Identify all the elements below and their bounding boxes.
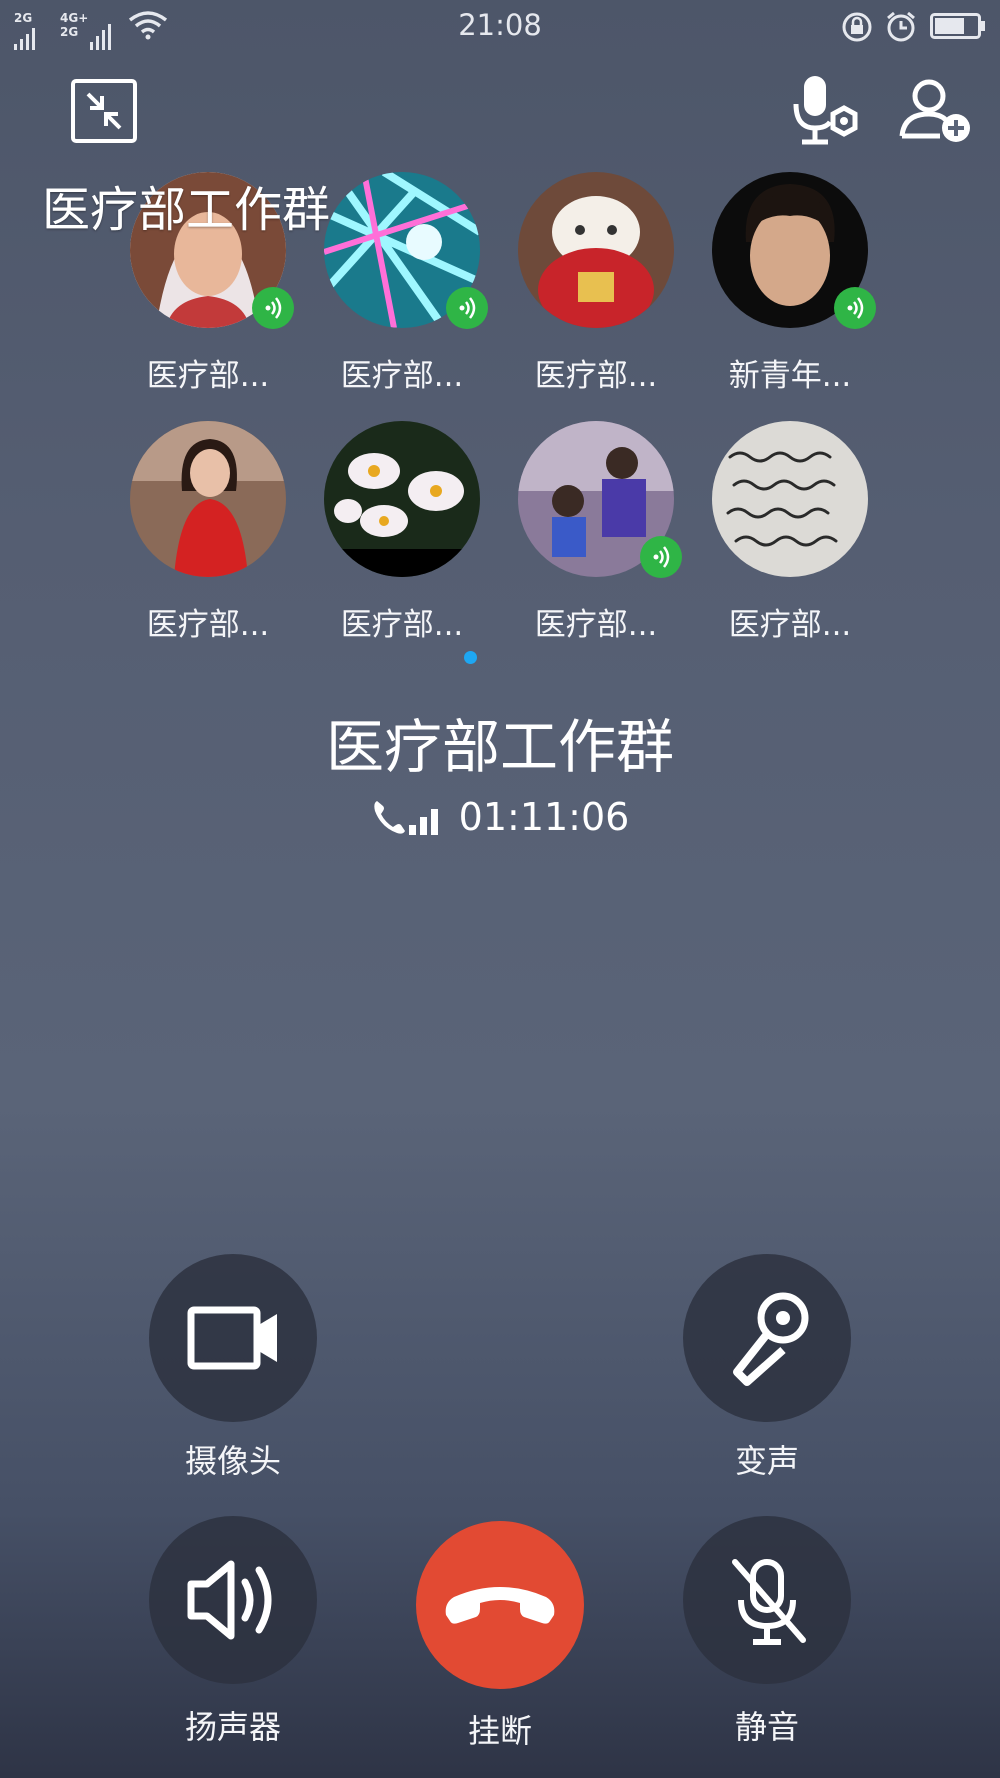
member-name: 医疗部... — [340, 358, 464, 394]
member-name: 医疗部... — [146, 358, 270, 394]
speaker-button[interactable] — [149, 1516, 317, 1684]
mute-label: 静音 — [734, 1708, 799, 1746]
member-name: 医疗部... — [534, 607, 658, 643]
voice-changer-label: 变声 — [734, 1442, 799, 1480]
call-signal-icon — [373, 801, 438, 835]
mic-settings-icon — [793, 76, 858, 145]
collapse-button[interactable] — [70, 78, 138, 144]
mute-microphone-icon — [732, 1559, 806, 1645]
avatar — [130, 421, 286, 577]
member-name: 新青年... — [728, 358, 852, 394]
call-status: 01:11:06 — [0, 795, 1000, 839]
avatar — [518, 172, 674, 328]
status-bar: 2G 4G+ 2G 21:08 — [0, 0, 1000, 52]
mute-button[interactable] — [683, 1516, 851, 1684]
collapse-icon — [71, 79, 137, 143]
avatar — [324, 421, 480, 577]
member-item[interactable]: 医疗部... — [499, 421, 693, 643]
member-item[interactable]: 医疗部... — [693, 421, 887, 643]
call-title: 医疗部工作群 — [325, 713, 674, 781]
hangup-label: 挂断 — [467, 1712, 532, 1750]
member-item[interactable]: 医疗部... — [305, 421, 499, 643]
alarm-icon — [884, 10, 918, 48]
avatar — [712, 421, 868, 577]
member-name: 医疗部... — [146, 607, 270, 643]
member-item[interactable]: 新青年... — [693, 172, 887, 394]
speaking-indicator-icon — [252, 287, 294, 329]
mic-settings-button[interactable] — [782, 72, 862, 152]
add-member-button[interactable] — [896, 72, 976, 152]
member-item[interactable]: 医疗部... — [305, 172, 499, 394]
member-name: 医疗部... — [728, 607, 852, 643]
speaking-indicator-icon — [446, 287, 488, 329]
group-overlay-title: 医疗部工作群 — [42, 182, 331, 238]
hangup-icon — [445, 1587, 555, 1624]
camera-button[interactable] — [149, 1254, 317, 1422]
camera-label: 摄像头 — [184, 1442, 281, 1480]
page-indicator-dot[interactable] — [464, 651, 477, 664]
speaking-indicator-icon — [834, 287, 876, 329]
voice-changer-button[interactable] — [683, 1254, 851, 1422]
rotation-lock-icon — [840, 10, 874, 48]
call-duration: 01:11:06 — [458, 795, 630, 839]
add-member-icon — [899, 79, 970, 142]
speaking-indicator-icon — [640, 536, 682, 578]
member-name: 医疗部... — [340, 607, 464, 643]
voice-changer-icon — [733, 1292, 809, 1386]
speaker-icon — [187, 1560, 272, 1640]
battery-icon — [930, 13, 986, 43]
member-name: 医疗部... — [534, 358, 658, 394]
member-item[interactable]: 医疗部... — [499, 172, 693, 394]
hangup-button[interactable] — [416, 1521, 584, 1689]
speaker-label: 扬声器 — [184, 1708, 281, 1746]
member-item[interactable]: 医疗部... — [111, 421, 305, 643]
video-camera-icon — [187, 1306, 277, 1370]
